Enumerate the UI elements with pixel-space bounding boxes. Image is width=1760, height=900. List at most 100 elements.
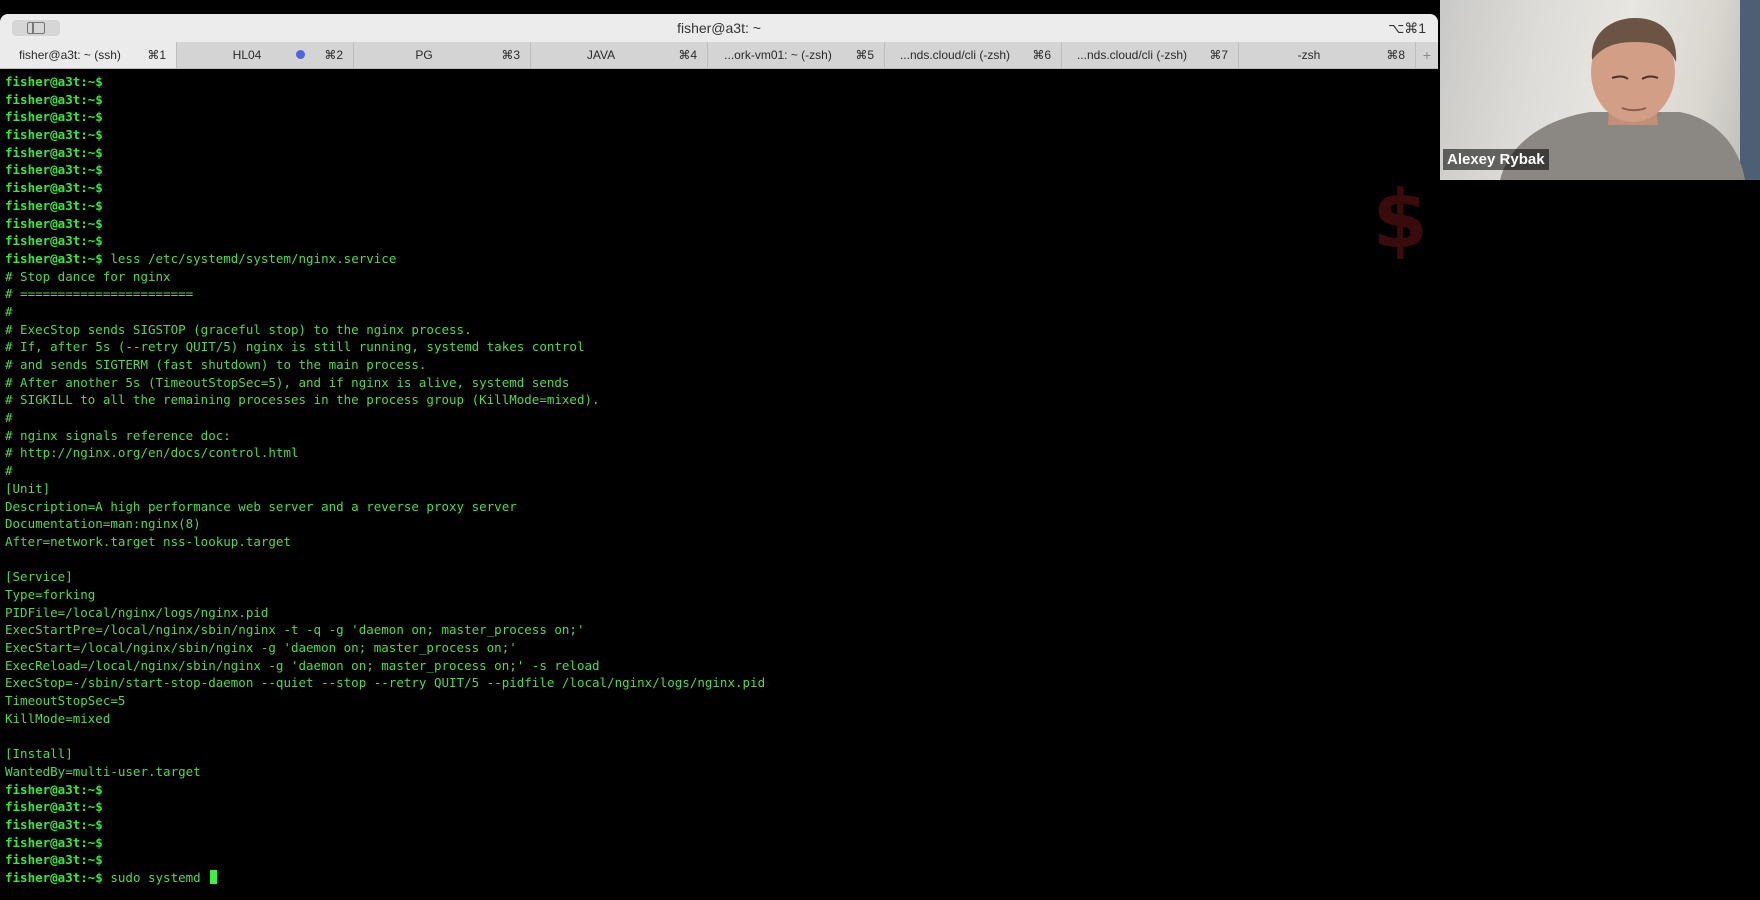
file-content-line: WantedBy=multi-user.target bbox=[5, 763, 201, 779]
shell-prompt: fisher@a3t:~$ bbox=[5, 215, 103, 231]
window-title: fisher@a3t: ~ bbox=[677, 20, 761, 36]
terminal-line: # After another 5s (TimeoutStopSec=5), a… bbox=[5, 374, 1438, 392]
terminal-line: # If, after 5s (--retry QUIT/5) nginx is… bbox=[5, 338, 1438, 356]
terminal-line: Documentation=man:nginx(8) bbox=[5, 515, 1438, 533]
tab-label: -zsh bbox=[1297, 48, 1321, 62]
new-tab-button[interactable]: + bbox=[1416, 42, 1438, 68]
file-content-line: KillMode=mixed bbox=[5, 710, 111, 726]
command-text: less /etc/systemd/system/nginx.service bbox=[102, 250, 397, 266]
shell-prompt: fisher@a3t:~$ bbox=[5, 144, 103, 160]
terminal-line: ExecReload=/local/nginx/sbin/nginx -g 'd… bbox=[5, 657, 1438, 675]
shell-prompt: fisher@a3t:~$ bbox=[5, 127, 103, 143]
tab-7[interactable]: ...nds.cloud/cli (-zsh) ⌘7 bbox=[1062, 42, 1239, 68]
file-content-line: # ExecStop sends SIGSTOP (graceful stop)… bbox=[5, 321, 472, 337]
terminal-line: [Service] bbox=[5, 568, 1438, 586]
terminal-line: ExecStart=/local/nginx/sbin/nginx -g 'da… bbox=[5, 639, 1438, 657]
terminal-line: # and sends SIGTERM (fast shutdown) to t… bbox=[5, 356, 1438, 374]
file-content-line: [Unit] bbox=[5, 480, 51, 496]
shell-prompt: fisher@a3t:~$ bbox=[5, 799, 103, 815]
file-content-line: ExecStartPre=/local/nginx/sbin/nginx -t … bbox=[5, 622, 585, 638]
terminal-line: KillMode=mixed bbox=[5, 710, 1438, 728]
file-content-line: After=network.target nss-lookup.target bbox=[5, 533, 291, 549]
tab-label: ...ork-vm01: ~ (-zsh) bbox=[724, 48, 832, 62]
terminal-line: Type=forking bbox=[5, 586, 1438, 604]
tab-shortcut: ⌘5 bbox=[855, 48, 874, 62]
terminal-line: PIDFile=/local/nginx/logs/nginx.pid bbox=[5, 604, 1438, 622]
tab-1[interactable]: fisher@a3t: ~ (ssh) ⌘1 bbox=[0, 42, 177, 68]
terminal-line: fisher@a3t:~$ bbox=[5, 816, 1438, 834]
tab-label: fisher@a3t: ~ (ssh) bbox=[19, 48, 121, 62]
shell-prompt: fisher@a3t:~$ bbox=[5, 781, 103, 797]
shell-prompt: fisher@a3t:~$ bbox=[5, 197, 103, 213]
terminal-line: fisher@a3t:~$ bbox=[5, 851, 1438, 869]
terminal-line: TimeoutStopSec=5 bbox=[5, 692, 1438, 710]
tab-bar: fisher@a3t: ~ (ssh) ⌘1 HL04 ⌘2 PG ⌘3 JAVA ⌘4...… bbox=[0, 42, 1438, 69]
shell-prompt: fisher@a3t:~$ bbox=[5, 74, 103, 89]
file-content-line: ExecReload=/local/nginx/sbin/nginx -g 'd… bbox=[5, 657, 600, 673]
file-content-line: Type=forking bbox=[5, 586, 96, 602]
tab-2[interactable]: HL04 ⌘2 bbox=[177, 42, 354, 68]
terminal-line: # Stop dance for nginx bbox=[5, 268, 1438, 286]
shell-prompt: fisher@a3t:~$ bbox=[5, 162, 103, 178]
terminal-line: [Install] bbox=[5, 745, 1438, 763]
terminal-line: Description=A high performance web serve… bbox=[5, 498, 1438, 516]
shell-prompt: fisher@a3t:~$ bbox=[5, 834, 103, 850]
file-content-line: [Service] bbox=[5, 569, 73, 585]
tab-label: JAVA bbox=[586, 48, 616, 62]
terminal-line: fisher@a3t:~$ bbox=[5, 73, 1438, 91]
shell-prompt: fisher@a3t:~$ bbox=[5, 250, 103, 266]
file-content-line: Documentation=man:nginx(8) bbox=[5, 516, 201, 532]
terminal-output[interactable]: $ fisher@a3t:~$ fisher@a3t:~$ fisher@a3t:~… bbox=[0, 69, 1438, 890]
terminal-line: fisher@a3t:~$ bbox=[5, 215, 1438, 233]
terminal-line: fisher@a3t:~$ bbox=[5, 197, 1438, 215]
window-shortcut: ⌥⌘1 bbox=[1388, 20, 1426, 36]
terminal-line: # nginx signals reference doc: bbox=[5, 427, 1438, 445]
file-content-line: # If, after 5s (--retry QUIT/5) nginx is… bbox=[5, 339, 585, 355]
video-call-panel[interactable]: Alexey Rybak bbox=[1440, 0, 1760, 180]
terminal-line: # SIGKILL to all the remaining processes… bbox=[5, 391, 1438, 409]
file-content-line: Description=A high performance web serve… bbox=[5, 498, 517, 514]
terminal-line: # ======================= bbox=[5, 285, 1438, 303]
shell-prompt: fisher@a3t:~$ bbox=[5, 869, 103, 885]
terminal-line: fisher@a3t:~$ bbox=[5, 91, 1438, 109]
file-content-line: # nginx signals reference doc: bbox=[5, 427, 231, 443]
file-content-line: # bbox=[5, 410, 13, 426]
terminal-line: fisher@a3t:~$ bbox=[5, 144, 1438, 162]
tab-shortcut: ⌘6 bbox=[1032, 48, 1051, 62]
tab-5[interactable]: ...ork-vm01: ~ (-zsh) ⌘5 bbox=[708, 42, 885, 68]
file-content-line: # bbox=[5, 463, 13, 479]
terminal-line: # bbox=[5, 409, 1438, 427]
terminal-line: [Unit] bbox=[5, 480, 1438, 498]
terminal-line: After=network.target nss-lookup.target bbox=[5, 533, 1438, 551]
terminal-line: fisher@a3t:~$ bbox=[5, 108, 1438, 126]
file-content-line: # http://nginx.org/en/docs/control.html bbox=[5, 445, 299, 461]
terminal-line: fisher@a3t:~$ bbox=[5, 232, 1438, 250]
tab-shortcut: ⌘2 bbox=[324, 48, 343, 62]
file-content-line: # ======================= bbox=[5, 286, 194, 302]
file-content-line: # Stop dance for nginx bbox=[5, 268, 171, 284]
terminal-line: fisher@a3t:~$ bbox=[5, 781, 1438, 799]
tab-8[interactable]: -zsh ⌘8 bbox=[1239, 42, 1416, 68]
tab-6[interactable]: ...nds.cloud/cli (-zsh) ⌘6 bbox=[885, 42, 1062, 68]
tab-4[interactable]: JAVA ⌘4 bbox=[531, 42, 708, 68]
shell-prompt: fisher@a3t:~$ bbox=[5, 233, 103, 249]
file-content-line: # SIGKILL to all the remaining processes… bbox=[5, 392, 600, 408]
terminal-line: # bbox=[5, 303, 1438, 321]
shell-prompt: fisher@a3t:~$ bbox=[5, 180, 103, 196]
file-content-line: # bbox=[5, 303, 13, 319]
file-content-line: # and sends SIGTERM (fast shutdown) to t… bbox=[5, 357, 427, 372]
terminal-window: fisher@a3t: ~ ⌥⌘1 fisher@a3t: ~ (ssh) ⌘1 H… bbox=[0, 14, 1438, 890]
terminal-line: # bbox=[5, 462, 1438, 480]
tab-shortcut: ⌘7 bbox=[1209, 48, 1228, 62]
terminal-line: fisher@a3t:~$ sudo systemd bbox=[5, 869, 1438, 887]
terminal-line: fisher@a3t:~$ bbox=[5, 161, 1438, 179]
tab-label: ...nds.cloud/cli (-zsh) bbox=[1076, 48, 1188, 62]
terminal-line: ExecStop=-/sbin/start-stop-daemon --quie… bbox=[5, 674, 1438, 692]
tab-label: PG bbox=[415, 48, 433, 62]
terminal-line: fisher@a3t:~$ less /etc/systemd/system/n… bbox=[5, 250, 1438, 268]
tab-3[interactable]: PG ⌘3 bbox=[354, 42, 531, 68]
activity-dot-icon bbox=[296, 50, 305, 59]
tab-shortcut: ⌘4 bbox=[678, 48, 697, 62]
